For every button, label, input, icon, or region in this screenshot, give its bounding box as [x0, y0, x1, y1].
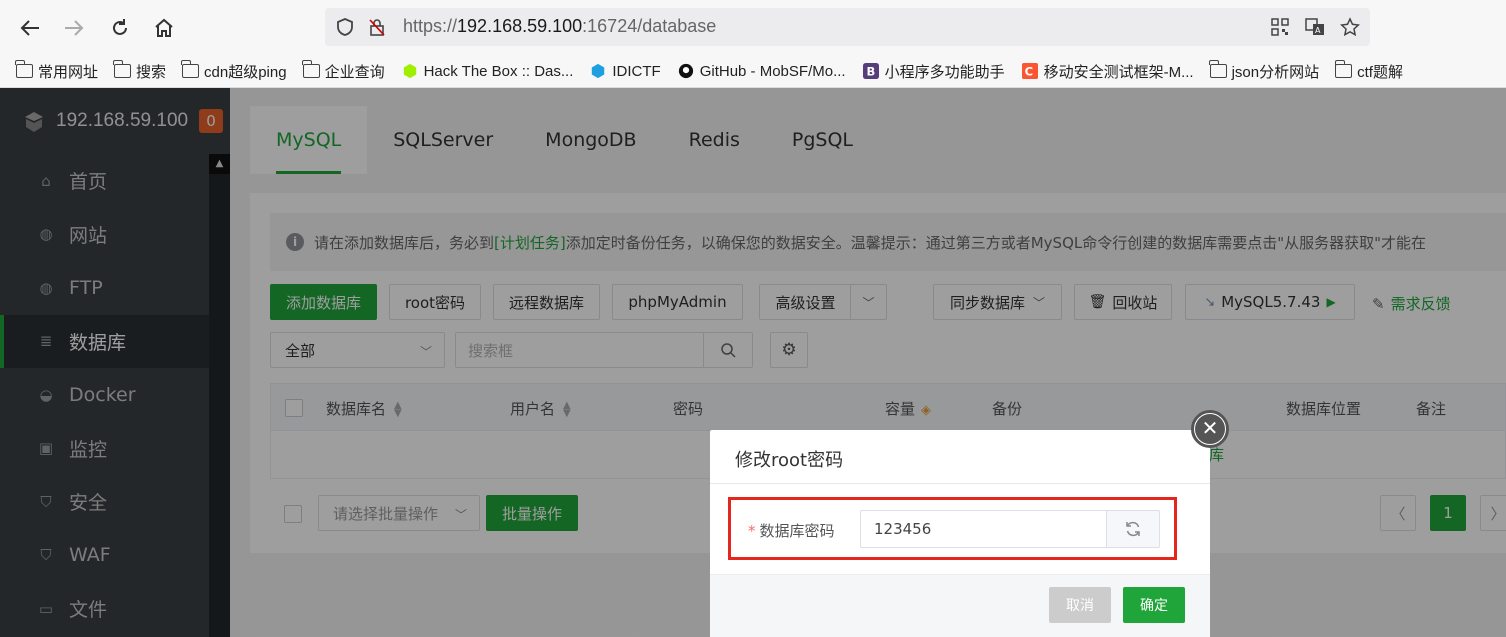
bookmark-label: IDICTF — [612, 62, 661, 80]
confirm-button[interactable]: 确定 — [1123, 587, 1185, 623]
password-field-label: * 数据库密码 — [748, 520, 835, 541]
bookmark-item[interactable]: 搜索 — [113, 60, 167, 82]
bootstrap-icon: B — [862, 63, 879, 79]
password-input[interactable]: 123456 — [860, 510, 1108, 548]
back-arrow-icon — [20, 20, 39, 36]
idictf-icon — [592, 63, 605, 79]
translate-icon[interactable]: A — [1305, 17, 1325, 37]
bookmark-label: 移动安全测试框架-M... — [1043, 63, 1194, 81]
bookmark-star-icon[interactable] — [1340, 17, 1360, 37]
dialog-header-divider — [710, 483, 1210, 484]
required-marker: * — [748, 522, 756, 540]
shield-icon[interactable] — [335, 17, 355, 37]
bookmark-item[interactable]: ctf题解 — [1334, 60, 1403, 82]
cancel-button[interactable]: 取消 — [1049, 587, 1111, 623]
generate-password-button[interactable] — [1106, 510, 1160, 548]
app-root: https://192.168.59.100:16724/database A … — [0, 0, 1506, 637]
bookmark-item[interactable]: C 移动安全测试框架-M... — [1021, 61, 1194, 82]
url-prefix: https:// — [403, 16, 458, 36]
home-icon — [155, 18, 173, 37]
reload-icon — [113, 19, 127, 35]
folder-icon — [1208, 60, 1227, 78]
bookmark-item[interactable]: 常用网址 — [15, 60, 99, 82]
bookmark-label: 搜索 — [136, 63, 167, 81]
insecure-lock-icon[interactable] — [367, 17, 387, 37]
bookmark-label: ctf题解 — [1357, 63, 1403, 81]
hackthebox-icon — [403, 63, 416, 79]
bookmarks-bar: 常用网址 搜索 cdn超级ping 企业查询 Hack The Box :: Das..… — [0, 55, 1506, 88]
folder-icon — [301, 60, 320, 78]
close-icon: ✕ — [1195, 414, 1225, 444]
bookmark-label: json分析网站 — [1231, 63, 1320, 81]
forward-button[interactable] — [58, 12, 90, 44]
qr-code-icon[interactable] — [1270, 17, 1290, 37]
back-button[interactable] — [14, 12, 46, 44]
forward-arrow-icon — [65, 20, 84, 36]
bookmark-label: 常用网址 — [38, 63, 99, 81]
bookmark-label: cdn超级ping — [204, 63, 287, 81]
bookmark-item[interactable]: json分析网站 — [1208, 60, 1320, 82]
address-bar[interactable]: https://192.168.59.100:16724/database A — [325, 8, 1370, 46]
change-root-password-dialog: 修改root密码 ✕ * 数据库密码 123456 取消 确定 — [710, 410, 1229, 637]
bookmark-item[interactable]: GitHub - MobSF/Mo... — [677, 63, 846, 80]
bookmark-item[interactable]: IDICTF — [589, 62, 661, 80]
folder-icon — [15, 60, 33, 78]
url-host: 192.168.59.100 — [457, 16, 583, 36]
csdn-icon: C — [1021, 63, 1038, 79]
bookmark-label: Hack The Box :: Das... — [423, 62, 574, 80]
bookmark-label: 企业查询 — [324, 63, 385, 81]
sidebar-dim-overlay — [0, 88, 230, 637]
close-button[interactable]: ✕ — [1191, 410, 1229, 448]
url-path: :16724/database — [582, 16, 717, 36]
folder-icon — [1334, 60, 1353, 78]
folder-icon — [181, 60, 200, 78]
refresh-icon — [1126, 521, 1140, 537]
bookmark-item[interactable]: cdn超级ping — [181, 60, 287, 82]
home-button[interactable] — [148, 12, 180, 44]
bookmark-item[interactable]: Hack The Box :: Das... — [401, 62, 574, 80]
svg-text:B: B — [866, 64, 875, 78]
dialog-title: 修改root密码 — [735, 450, 844, 471]
dialog-footer: 取消 确定 — [710, 575, 1210, 637]
folder-icon — [113, 60, 132, 78]
url-text[interactable]: https://192.168.59.100:16724/database — [403, 16, 716, 37]
bookmark-item[interactable]: B 小程序多功能助手 — [862, 61, 1005, 82]
reload-button[interactable] — [104, 12, 136, 44]
svg-text:C: C — [1024, 64, 1032, 78]
svg-text:A: A — [1315, 26, 1321, 35]
bookmark-label: GitHub - MobSF/Mo... — [699, 62, 846, 80]
bookmark-label: 小程序多功能助手 — [884, 63, 1005, 81]
bookmark-item[interactable]: 企业查询 — [301, 60, 385, 82]
github-icon — [678, 63, 693, 79]
password-label-text: 数据库密码 — [759, 522, 835, 540]
browser-toolbar: https://192.168.59.100:16724/database A — [0, 0, 1506, 55]
